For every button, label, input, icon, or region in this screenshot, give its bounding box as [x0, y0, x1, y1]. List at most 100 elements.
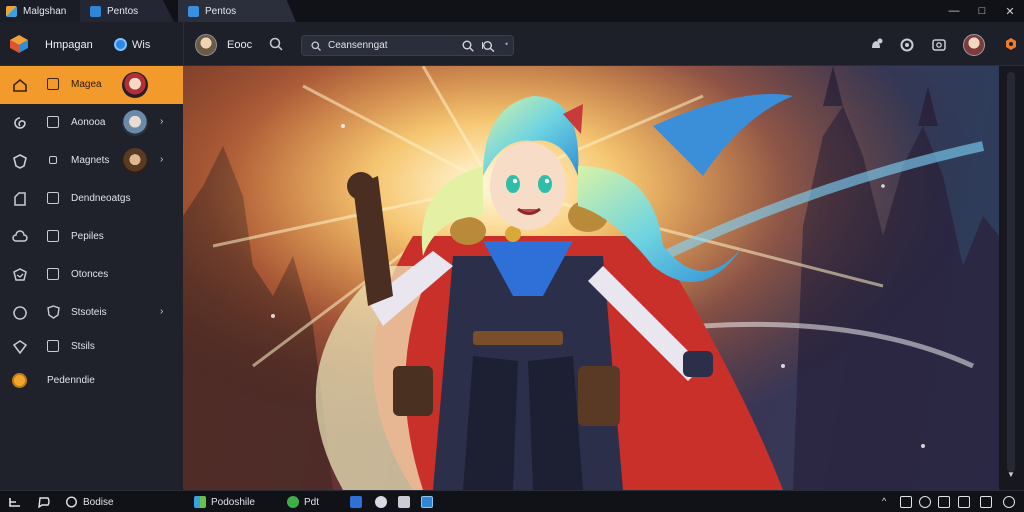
vertical-scrollbar[interactable]: ▼	[999, 66, 1024, 490]
tab-pentos-2[interactable]: Pentos	[178, 0, 296, 22]
page-icon	[47, 116, 59, 128]
grid-icon	[47, 268, 59, 280]
shield-icon	[13, 154, 27, 169]
page-icon	[47, 78, 59, 90]
search-text: Ceansenngat	[328, 40, 388, 51]
taskbar-label: Podoshile	[211, 496, 255, 508]
taskbar-app-podoshile[interactable]: Podoshile	[194, 496, 255, 508]
search-lead-icon	[311, 41, 321, 51]
header-divider	[183, 22, 184, 66]
refresh-icon[interactable]	[899, 37, 915, 53]
coin-icon	[12, 373, 27, 388]
profile-avatar[interactable]	[963, 34, 985, 56]
chevron-right-icon[interactable]: ›	[160, 116, 163, 127]
tab-pentos-1[interactable]: Pentos	[80, 0, 174, 22]
user-name[interactable]: Eooc	[227, 39, 252, 51]
settings-icon[interactable]	[1004, 37, 1018, 51]
sidebar-item-dendneoatgs[interactable]: Dendneoatgs	[0, 180, 183, 218]
active-app-icon[interactable]	[421, 496, 433, 508]
store-icon[interactable]	[350, 496, 362, 508]
chevron-right-icon[interactable]: ›	[160, 306, 163, 317]
green-app-icon	[287, 496, 299, 508]
search-icon[interactable]	[462, 40, 474, 52]
display-icon[interactable]	[900, 496, 912, 508]
more-icon[interactable]: •	[505, 39, 508, 49]
search-icon[interactable]	[269, 37, 283, 51]
maximize-icon[interactable]: □	[968, 0, 996, 22]
search-input[interactable]: Ceansenngat •	[301, 35, 514, 56]
page-icon	[47, 230, 59, 242]
sidebar: Magea Aonooa › Magnets › Dendneoatgs Pep…	[0, 66, 183, 490]
volume-icon[interactable]	[938, 496, 950, 508]
scrollbar-thumb[interactable]	[1007, 72, 1015, 472]
sidebar-item-magnets[interactable]: Magnets ›	[0, 142, 183, 180]
chevron-down-icon[interactable]: ▼	[1007, 470, 1015, 479]
anime-hero-artwork	[183, 66, 999, 490]
language-label[interactable]: Wis	[132, 39, 150, 51]
taskbar: Bodise Podoshile Pdt ^	[0, 490, 1024, 512]
badge-icon	[13, 268, 27, 281]
sidebar-item-label: Pepiles	[71, 231, 104, 242]
camera-icon[interactable]	[931, 37, 947, 53]
shield-outline-icon	[13, 306, 27, 320]
tab-label: Malgshan	[23, 5, 67, 17]
sidebar-item-otonces[interactable]: Otonces	[0, 256, 183, 294]
avatar	[122, 72, 148, 98]
avatar	[122, 110, 148, 136]
back-icon[interactable]	[8, 496, 22, 508]
sidebar-item-label: Otonces	[71, 269, 109, 280]
avatar[interactable]	[195, 34, 217, 56]
notification-icon[interactable]	[868, 37, 884, 53]
sidebar-item-pedenndie[interactable]: Pedenndie	[0, 362, 183, 400]
network-icon[interactable]	[919, 496, 931, 508]
settings-gear-icon[interactable]	[1003, 496, 1015, 508]
taskbar-label: Pdt	[304, 496, 320, 508]
app-logo-icon	[10, 35, 28, 53]
sidebar-item-label: Dendneoatgs	[71, 193, 131, 204]
shield-icon	[47, 305, 60, 319]
tab-label: Pentos	[205, 5, 237, 17]
sidebar-item-stsoteis[interactable]: Stsoteis ›	[0, 294, 183, 332]
avatar	[122, 148, 148, 174]
sidebar-item-label: Magnets	[71, 155, 110, 166]
sidebar-item-label: Stsoteis	[71, 307, 107, 318]
browser-icon[interactable]	[375, 496, 387, 508]
taskbar-app-pdt[interactable]: Pdt	[287, 496, 319, 508]
app-stack-icon	[6, 5, 17, 17]
sidebar-item-label: Aonooa	[71, 117, 106, 128]
taskbar-app-bodise[interactable]: Bodise	[65, 496, 114, 508]
sidebar-item-label: Pedenndie	[47, 375, 95, 386]
tab-bar: Malgshan Pentos Pentos — □ ✕	[0, 0, 1024, 22]
message-icon	[65, 496, 78, 508]
blue-app-icon	[90, 5, 101, 17]
sidebar-item-pepiles[interactable]: Pepiles	[0, 218, 183, 256]
taskbar-label: Bodise	[83, 496, 114, 508]
sidebar-item-label: Stsils	[71, 341, 95, 352]
tab-label: Pentos	[107, 5, 139, 17]
page-icon	[47, 340, 59, 352]
chat-icon[interactable]	[37, 496, 51, 508]
tab-malgshan[interactable]: Malgshan	[0, 0, 80, 22]
globe-icon[interactable]	[114, 38, 127, 51]
sidebar-item-aonooa[interactable]: Aonooa ›	[0, 104, 183, 142]
minimize-icon[interactable]: —	[940, 0, 968, 22]
gem-icon	[12, 340, 28, 355]
spiral-icon	[14, 117, 26, 129]
brand-name: Hmpagan	[45, 39, 93, 51]
chevron-right-icon[interactable]: ›	[160, 154, 163, 165]
notification-center-icon[interactable]	[980, 496, 992, 508]
scan-search-icon[interactable]	[482, 40, 495, 52]
close-icon[interactable]: ✕	[996, 0, 1024, 22]
page-icon	[49, 156, 57, 164]
hero-illustration	[183, 66, 999, 490]
windows-icon	[194, 496, 206, 508]
battery-icon[interactable]	[958, 496, 970, 508]
game-icon[interactable]	[398, 496, 410, 508]
chevron-up-icon[interactable]: ^	[882, 496, 886, 506]
page-icon	[47, 192, 59, 204]
sidebar-item-label: Magea	[71, 79, 102, 90]
sidebar-item-magea[interactable]: Magea	[0, 66, 183, 104]
cloud-icon	[12, 230, 28, 242]
app-header: Hmpagan Wis Eooc Ceansenngat •	[0, 22, 1024, 66]
sidebar-item-stsils[interactable]: Stsils	[0, 328, 183, 366]
